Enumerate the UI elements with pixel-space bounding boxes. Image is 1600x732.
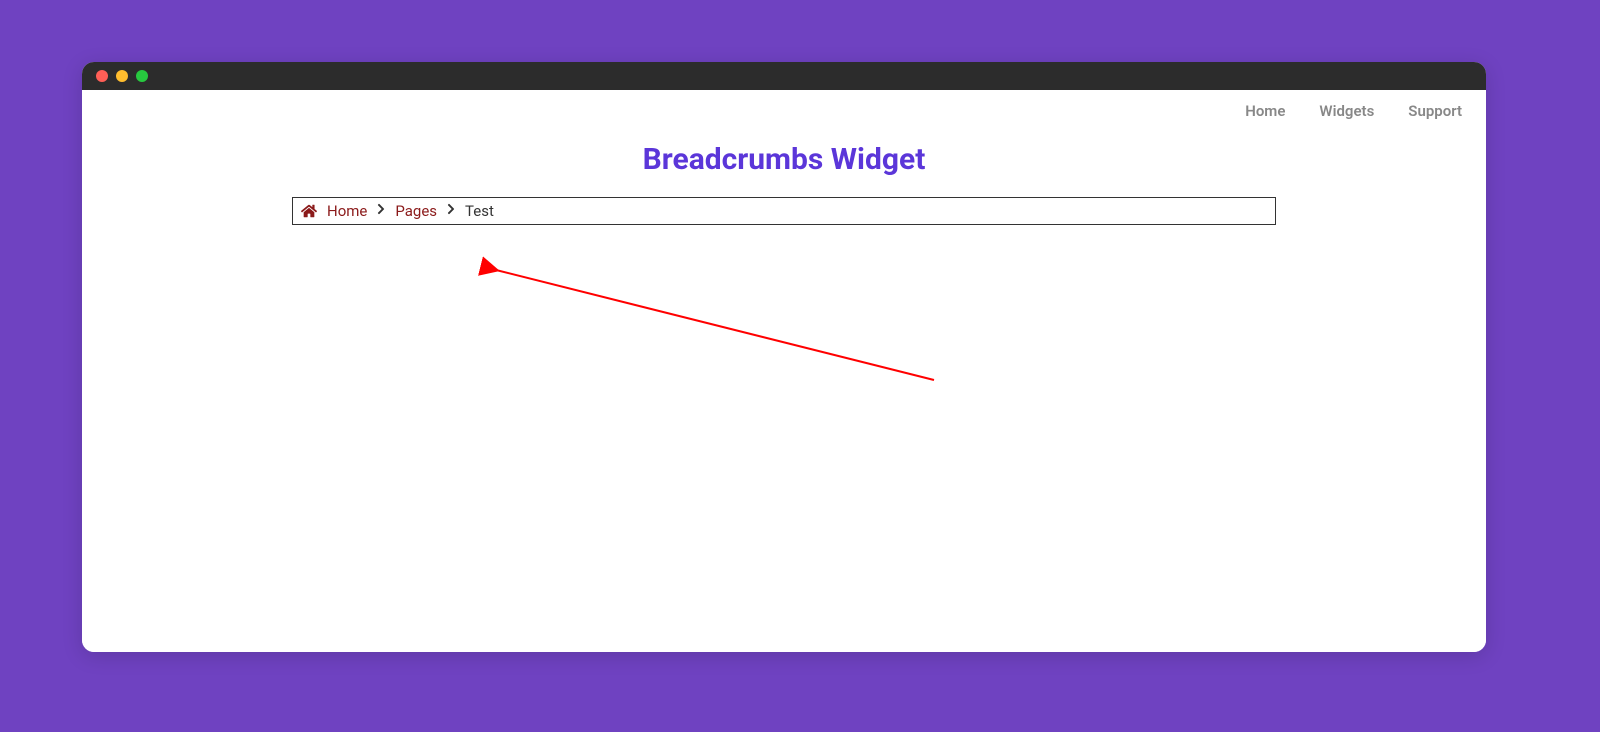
breadcrumb-current: Test [465,202,494,220]
chevron-right-icon [447,203,455,219]
window-titlebar [82,62,1486,90]
window-content: Home Widgets Support Breadcrumbs Widget … [82,90,1486,652]
breadcrumb: Home Pages Test [292,197,1276,225]
home-icon[interactable] [301,203,317,219]
window-maximize-button[interactable] [136,70,148,82]
top-navbar: Home Widgets Support [82,90,1486,128]
window-minimize-button[interactable] [116,70,128,82]
nav-link-support[interactable]: Support [1408,102,1462,120]
app-window: Home Widgets Support Breadcrumbs Widget … [82,62,1486,652]
window-close-button[interactable] [96,70,108,82]
nav-link-widgets[interactable]: Widgets [1319,102,1374,120]
breadcrumb-link-pages[interactable]: Pages [395,202,437,220]
breadcrumb-link-home[interactable]: Home [327,202,367,220]
page-title: Breadcrumbs Widget [82,142,1486,177]
nav-link-home[interactable]: Home [1245,102,1285,120]
chevron-right-icon [377,203,385,219]
